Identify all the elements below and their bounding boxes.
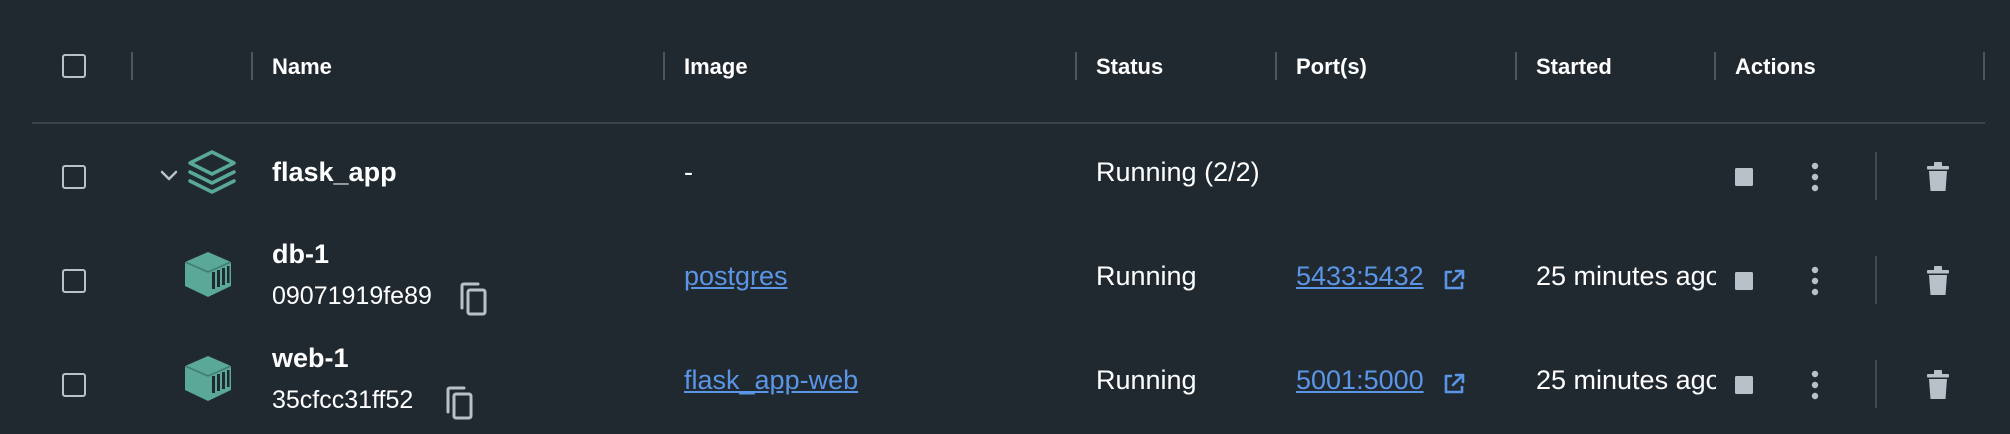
delete-icon[interactable] xyxy=(1925,265,1951,302)
column-divider[interactable] xyxy=(663,52,665,80)
external-link-icon[interactable] xyxy=(1442,268,1466,297)
containers-table: Name Image Status Port(s) Started Action… xyxy=(0,0,2010,434)
stop-button[interactable] xyxy=(1734,271,1754,296)
copy-icon[interactable] xyxy=(458,282,488,321)
column-divider[interactable] xyxy=(131,52,133,80)
table-header: Name Image Status Port(s) Started Action… xyxy=(0,0,2010,124)
stack-icon xyxy=(186,149,238,200)
actions-divider xyxy=(1875,256,1877,304)
column-header-actions: Actions xyxy=(1735,54,1816,79)
group-image: - xyxy=(684,157,693,187)
column-header-name[interactable]: Name xyxy=(272,52,332,82)
container-name[interactable]: db-1 xyxy=(272,238,329,270)
started-time: 25 minutes ago xyxy=(1536,261,1716,291)
row-checkbox[interactable] xyxy=(62,269,86,293)
port-link[interactable]: 5001:5000 xyxy=(1296,364,1424,396)
image-link[interactable]: postgres xyxy=(684,260,788,292)
container-id: 35cfcc31ff52 xyxy=(272,386,414,414)
delete-icon[interactable] xyxy=(1925,161,1951,198)
more-options-icon[interactable] xyxy=(1805,162,1825,197)
column-header-image[interactable]: Image xyxy=(684,52,748,82)
table-row-group[interactable]: flask_app - Running (2/2) xyxy=(0,124,2010,228)
table-row[interactable]: web-1 35cfcc31ff52 flask_app-web Running… xyxy=(0,332,2010,434)
chevron-down-icon[interactable] xyxy=(158,164,180,191)
row-checkbox[interactable] xyxy=(62,373,86,397)
container-name[interactable]: web-1 xyxy=(272,342,349,374)
row-checkbox[interactable] xyxy=(62,165,86,189)
port-link[interactable]: 5433:5432 xyxy=(1296,260,1424,292)
select-all-checkbox[interactable] xyxy=(62,54,86,78)
group-status: Running (2/2) xyxy=(1096,157,1260,187)
stop-button[interactable] xyxy=(1734,375,1754,400)
column-divider[interactable] xyxy=(1515,52,1517,80)
external-link-icon[interactable] xyxy=(1442,372,1466,401)
stop-button[interactable] xyxy=(1734,167,1754,192)
table-row[interactable]: db-1 09071919fe89 postgres Running 5433:… xyxy=(0,228,2010,332)
more-options-icon[interactable] xyxy=(1805,266,1825,301)
column-divider[interactable] xyxy=(1983,52,1985,80)
more-options-icon[interactable] xyxy=(1805,370,1825,405)
actions-divider xyxy=(1875,152,1877,200)
column-divider[interactable] xyxy=(251,52,253,80)
group-name[interactable]: flask_app xyxy=(272,156,397,188)
column-divider[interactable] xyxy=(1075,52,1077,80)
actions-divider xyxy=(1875,360,1877,408)
image-link[interactable]: flask_app-web xyxy=(684,364,858,396)
container-status: Running xyxy=(1096,261,1197,291)
column-header-started[interactable]: Started xyxy=(1536,52,1612,82)
column-divider[interactable] xyxy=(1275,52,1277,80)
copy-icon[interactable] xyxy=(444,386,474,425)
delete-icon[interactable] xyxy=(1925,369,1951,406)
container-icon xyxy=(182,250,234,305)
column-header-status[interactable]: Status xyxy=(1096,52,1163,82)
started-time: 25 minutes ago xyxy=(1536,365,1716,395)
container-id: 09071919fe89 xyxy=(272,282,432,310)
column-header-ports[interactable]: Port(s) xyxy=(1296,52,1367,82)
container-status: Running xyxy=(1096,365,1197,395)
column-divider[interactable] xyxy=(1714,52,1716,80)
container-icon xyxy=(182,354,234,409)
